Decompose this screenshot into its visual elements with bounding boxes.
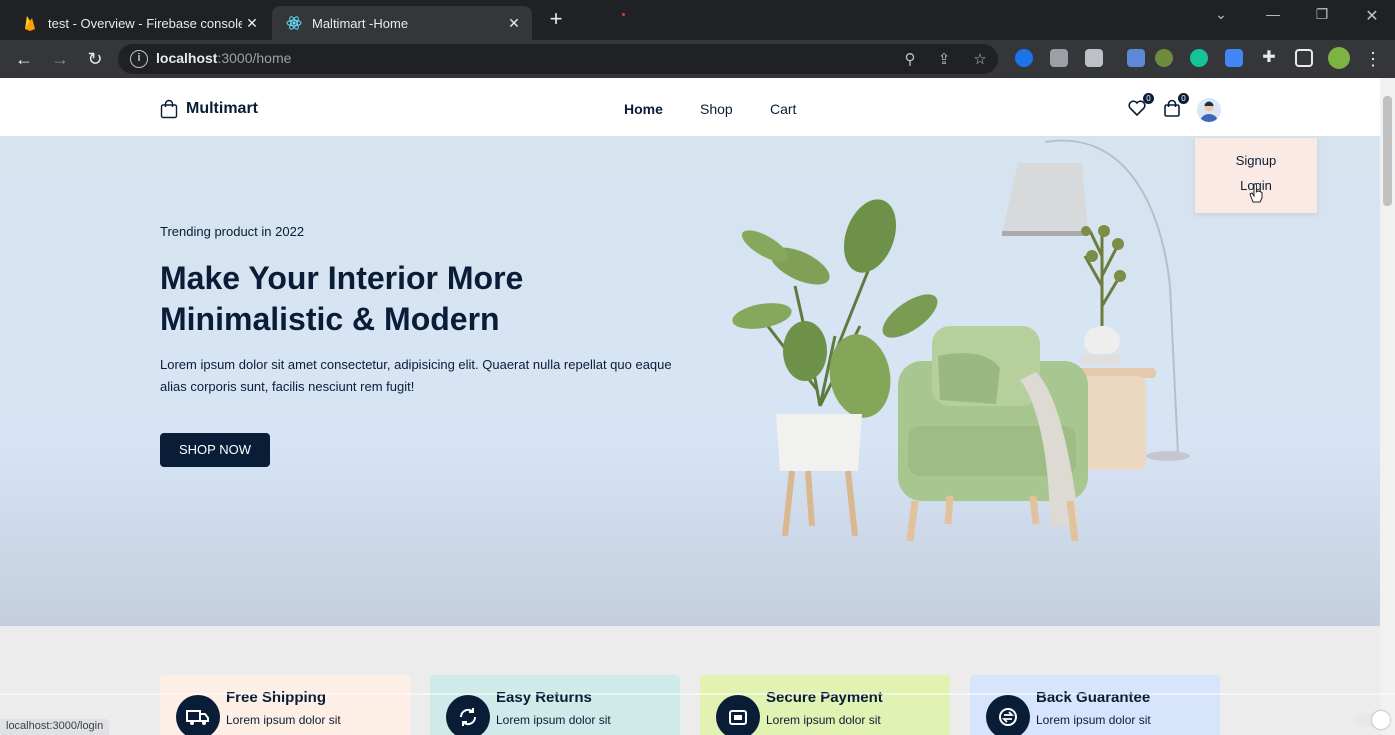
service-title: Secure Payment	[766, 689, 883, 706]
shop-now-button[interactable]: SHOP NOW	[160, 433, 270, 467]
hero-description: Lorem ipsum dolor sit amet consectetur, …	[160, 357, 672, 394]
brand-logo[interactable]: Multimart	[160, 99, 258, 119]
react-icon	[286, 15, 302, 31]
hero-title: Make Your Interior More Minimalistic & M…	[160, 260, 524, 337]
service-card[interactable]: Free Shipping Lorem ipsum dolor sit	[160, 675, 410, 735]
site-header: Multimart Home Shop Cart 0 0	[0, 78, 1380, 136]
service-desc: Lorem ipsum dolor sit	[1036, 713, 1151, 727]
extension-icon[interactable]	[1015, 49, 1033, 67]
extension-icon[interactable]	[1050, 49, 1068, 67]
share-icon[interactable]: ⇪	[934, 50, 954, 68]
profile-avatar-icon[interactable]	[1328, 47, 1350, 69]
service-card[interactable]: Secure Payment Lorem ipsum dolor sit	[700, 675, 950, 735]
nav-cart[interactable]: Cart	[770, 101, 796, 117]
firebase-icon	[22, 15, 38, 31]
tab-title: test - Overview - Firebase console	[48, 15, 242, 31]
service-desc: Lorem ipsum dolor sit	[766, 713, 881, 727]
services-section: Free Shipping Lorem ipsum dolor sit Easy…	[0, 626, 1380, 735]
refresh-icon	[446, 695, 490, 735]
page-viewport: Multimart Home Shop Cart 0 0 Trending pr…	[0, 78, 1395, 735]
hero-image	[732, 139, 1190, 542]
page-scrollbar[interactable]	[1380, 78, 1395, 735]
minimize-icon[interactable]: —	[1258, 6, 1288, 22]
tab-firebase[interactable]: test - Overview - Firebase console ✕	[8, 6, 270, 40]
service-title: Free Shipping	[226, 689, 327, 706]
browser-tab-bar: test - Overview - Firebase console ✕ Mal…	[0, 0, 1395, 40]
close-tab-icon[interactable]: ✕	[242, 15, 262, 32]
service-card[interactable]: Easy Returns Lorem ipsum dolor sit	[430, 675, 680, 735]
autoplay-toggle[interactable]	[1354, 711, 1390, 729]
nav-shop[interactable]: Shop	[700, 101, 733, 117]
scrollbar-thumb[interactable]	[1383, 96, 1392, 206]
bookmark-star-icon[interactable]: ☆	[970, 50, 990, 68]
recording-dot	[622, 13, 625, 16]
nav-home[interactable]: Home	[624, 101, 663, 117]
address-bar[interactable]: i localhost:3000/home ⚲ ⇪ ☆	[118, 44, 998, 74]
favorites-icon[interactable]: 0	[1127, 93, 1154, 120]
forward-icon[interactable]: →	[49, 48, 71, 70]
status-url: localhost:3000/login	[0, 719, 110, 735]
favorites-badge: 0	[1143, 93, 1154, 104]
extension-icon[interactable]	[1155, 49, 1173, 67]
tab-search-icon[interactable]: ⌄	[1206, 6, 1236, 23]
video-progress-bar[interactable]	[0, 693, 1395, 695]
cart-icon[interactable]: 0	[1162, 93, 1189, 120]
profile-dropdown: Signup Login	[1195, 138, 1317, 213]
close-window-icon[interactable]: ✕	[1357, 6, 1387, 26]
url-text[interactable]: localhost:3000/home	[156, 50, 291, 66]
truck-icon	[176, 695, 220, 735]
signup-link[interactable]: Signup	[1195, 153, 1317, 168]
shopping-bag-icon	[160, 99, 178, 119]
secure-icon	[716, 695, 760, 735]
extension-icon[interactable]	[1127, 49, 1145, 67]
hero-section: Trending product in 2022 Make Your Inter…	[0, 136, 1380, 626]
back-icon[interactable]: ←	[13, 48, 35, 70]
service-desc: Lorem ipsum dolor sit	[496, 713, 611, 727]
menu-kebab-icon[interactable]: ⋮	[1362, 48, 1384, 70]
tab-title: Maltimart -Home	[312, 15, 409, 31]
puzzle-icon[interactable]: ✚	[1260, 49, 1278, 67]
service-title: Back Guarantee	[1036, 689, 1151, 706]
side-panel-icon[interactable]	[1295, 49, 1313, 67]
browser-toolbar: ← → ↻ i localhost:3000/home ⚲ ⇪ ☆ ✚ ⋮	[0, 40, 1395, 78]
service-card[interactable]: Back Guarantee Lorem ipsum dolor sit	[970, 675, 1220, 735]
tab-maltimart[interactable]: Maltimart -Home ✕	[272, 6, 532, 40]
service-desc: Lorem ipsum dolor sit	[226, 713, 341, 727]
extension-icon[interactable]	[1225, 49, 1243, 67]
user-avatar[interactable]	[1197, 98, 1221, 122]
site-info-icon[interactable]: i	[130, 50, 148, 68]
zoom-icon[interactable]: ⚲	[900, 50, 920, 68]
hand-cursor-icon	[1249, 183, 1263, 203]
grammarly-icon[interactable]	[1190, 49, 1208, 67]
exchange-icon	[986, 695, 1030, 735]
reload-icon[interactable]: ↻	[84, 48, 106, 70]
hero-subtitle: Trending product in 2022	[160, 224, 305, 239]
service-title: Easy Returns	[496, 689, 592, 706]
toggle-knob	[1372, 711, 1390, 729]
restore-icon[interactable]: ❐	[1307, 6, 1337, 23]
close-tab-icon[interactable]: ✕	[504, 15, 524, 32]
new-tab-button[interactable]: +	[544, 8, 568, 32]
camera-icon[interactable]	[1085, 49, 1103, 67]
cart-badge: 0	[1178, 93, 1189, 104]
brand-name: Multimart	[186, 100, 258, 117]
